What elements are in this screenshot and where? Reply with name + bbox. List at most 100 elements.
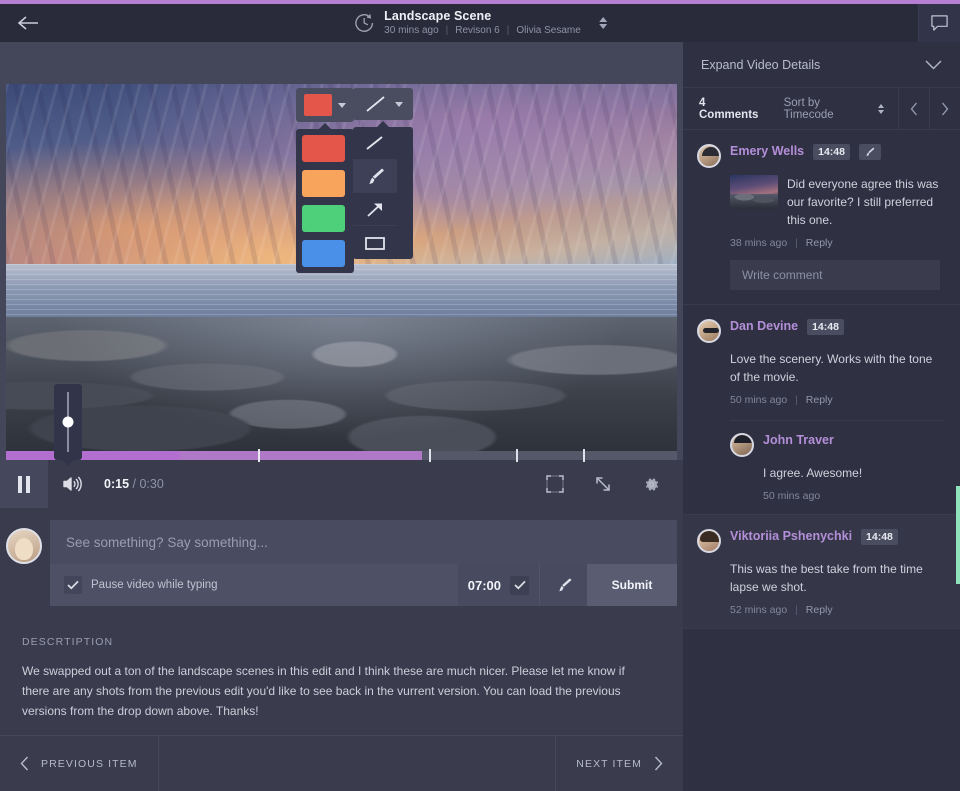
previous-comment-button[interactable] bbox=[898, 88, 929, 130]
previous-item-button[interactable]: PREVIOUS ITEM bbox=[0, 736, 159, 791]
expand-video-details[interactable]: Expand Video Details bbox=[683, 42, 960, 88]
comment-body: This was the best take from the time lap… bbox=[730, 560, 944, 596]
tool-options-popup bbox=[353, 127, 413, 259]
meta-divider-1: | bbox=[446, 25, 449, 37]
volume-slider-popup[interactable] bbox=[54, 384, 82, 460]
write-comment-input[interactable]: Write comment bbox=[730, 260, 940, 290]
color-picker-button[interactable] bbox=[296, 88, 354, 122]
sort-label: Sort by Timecode bbox=[784, 97, 873, 121]
comments-scrollbar[interactable] bbox=[956, 486, 960, 584]
settings-button[interactable] bbox=[627, 460, 675, 508]
tool-option-rectangle[interactable] bbox=[353, 226, 397, 259]
description-body: We swapped out a ton of the landscape sc… bbox=[22, 662, 654, 721]
color-option-blue[interactable] bbox=[302, 240, 345, 267]
comments-sidebar: Expand Video Details 4 Comments Sort by … bbox=[683, 42, 960, 791]
comments-header: 4 Comments Sort by Timecode bbox=[683, 88, 960, 130]
comments-list[interactable]: Emery Wells 14:48 Did everyone agree thi… bbox=[683, 130, 960, 791]
comment-body: Love the scenery. Works with the tone of… bbox=[730, 350, 944, 386]
submit-button[interactable]: Submit bbox=[587, 564, 677, 606]
version-spinner[interactable] bbox=[599, 17, 607, 29]
timecode-checkbox[interactable] bbox=[510, 576, 529, 595]
volume-slider-knob[interactable] bbox=[63, 417, 74, 428]
total-time: 0:30 bbox=[139, 477, 163, 491]
timeline-comment-marker[interactable] bbox=[429, 449, 431, 462]
current-color-swatch bbox=[304, 94, 332, 116]
back-button[interactable] bbox=[0, 4, 56, 42]
comment-text: This was the best take from the time lap… bbox=[730, 560, 944, 596]
avatar bbox=[697, 529, 721, 553]
chevron-down-icon bbox=[395, 102, 403, 107]
comment-timecode-badge[interactable]: 14:48 bbox=[813, 144, 850, 160]
scrubber-playhead[interactable] bbox=[258, 449, 260, 462]
color-option-red[interactable] bbox=[302, 135, 345, 162]
comment-reply-button[interactable]: Reply bbox=[806, 237, 833, 249]
chevron-right-icon bbox=[941, 102, 949, 116]
color-options-popup bbox=[296, 129, 354, 273]
arrow-tool-icon bbox=[363, 199, 387, 220]
play-pause-button[interactable] bbox=[0, 460, 48, 508]
scrubber-played bbox=[6, 451, 180, 460]
comment-body: Did everyone agree this was our favorite… bbox=[730, 175, 944, 229]
compose-brush-button[interactable] bbox=[539, 564, 587, 606]
comment-header: Dan Devine 14:48 bbox=[697, 319, 944, 343]
timeline-comment-marker[interactable] bbox=[516, 449, 518, 462]
color-option-green[interactable] bbox=[302, 205, 345, 232]
comment-thumbnail[interactable] bbox=[730, 175, 778, 209]
checkmark-icon bbox=[67, 580, 79, 590]
meta-time-ago: 30 mins ago bbox=[384, 25, 438, 37]
expand-video-details-label: Expand Video Details bbox=[701, 58, 820, 72]
pause-while-typing-label: Pause video while typing bbox=[91, 579, 218, 591]
title-meta: 30 mins ago | Revison 6 | Olivia Sesame bbox=[384, 25, 581, 37]
tool-picker-button[interactable] bbox=[353, 88, 413, 120]
volume-slider-track[interactable] bbox=[67, 392, 69, 452]
comment-timecode-badge[interactable]: 14:48 bbox=[807, 319, 844, 335]
next-item-label: NEXT ITEM bbox=[576, 758, 642, 770]
comment-meta: 38 mins ago | Reply bbox=[730, 237, 944, 249]
chevron-right-icon bbox=[654, 756, 663, 771]
comment-text: Did everyone agree this was our favorite… bbox=[787, 175, 944, 229]
timeline-comment-marker[interactable] bbox=[583, 449, 585, 462]
comment-item[interactable]: Viktoriia Pshenychki 14:48 This was the … bbox=[683, 515, 960, 629]
line-tool-icon bbox=[363, 133, 387, 153]
next-comment-button[interactable] bbox=[929, 88, 960, 130]
comment-timecode-badge[interactable]: 14:48 bbox=[861, 529, 898, 545]
avatar bbox=[697, 319, 721, 343]
sort-selector[interactable]: Sort by Timecode bbox=[784, 97, 899, 121]
volume-button[interactable] bbox=[48, 460, 96, 508]
tool-option-arrow[interactable] bbox=[353, 193, 397, 226]
comment-header: Viktoriia Pshenychki 14:48 bbox=[697, 529, 944, 553]
fullscreen-button[interactable] bbox=[579, 460, 627, 508]
color-option-orange[interactable] bbox=[302, 170, 345, 197]
comment-reply-button[interactable]: Reply bbox=[806, 604, 833, 616]
main-layout: 0:15 / 0:30 bbox=[0, 42, 960, 791]
comment-item[interactable]: Emery Wells 14:48 Did everyone agree thi… bbox=[683, 130, 960, 305]
comment-text: Love the scenery. Works with the tone of… bbox=[730, 350, 944, 386]
back-arrow-icon bbox=[17, 15, 39, 31]
pause-while-typing-checkbox[interactable] bbox=[64, 576, 82, 594]
comment-drawing-button[interactable] bbox=[859, 144, 881, 160]
top-header: Landscape Scene 30 mins ago | Revison 6 … bbox=[0, 4, 960, 42]
brush-tool-icon bbox=[363, 166, 387, 187]
brush-icon bbox=[554, 576, 574, 594]
current-time: 0:15 bbox=[104, 477, 129, 491]
timecode-value[interactable]: 07:00 bbox=[468, 578, 501, 593]
description-label: DESCRTIPTION bbox=[22, 636, 661, 648]
reply-time-ago: 50 mins ago bbox=[763, 490, 820, 502]
video-scrubber[interactable] bbox=[6, 451, 677, 460]
tool-picker-toolbar bbox=[353, 88, 413, 259]
crop-frame-button[interactable] bbox=[531, 460, 579, 508]
comment-item[interactable]: Dan Devine 14:48 Love the scenery. Works… bbox=[683, 305, 960, 515]
comment-reply-item[interactable]: John Traver I agree. Awesome! 50 mins ag… bbox=[730, 420, 944, 502]
chat-panel-toggle[interactable] bbox=[918, 4, 960, 42]
comment-input[interactable]: See something? Say something... bbox=[50, 520, 677, 564]
next-item-button[interactable]: NEXT ITEM bbox=[555, 736, 683, 791]
line-tool-icon bbox=[363, 94, 389, 114]
previous-item-label: PREVIOUS ITEM bbox=[41, 758, 138, 770]
meta-owner: Olivia Sesame bbox=[516, 25, 580, 37]
page-title: Landscape Scene bbox=[384, 9, 581, 23]
tool-option-brush[interactable] bbox=[353, 160, 397, 193]
spinner-down-icon bbox=[599, 24, 607, 29]
comment-reply-button[interactable]: Reply bbox=[806, 394, 833, 406]
tool-option-line[interactable] bbox=[353, 127, 397, 160]
chevron-left-icon bbox=[20, 756, 29, 771]
